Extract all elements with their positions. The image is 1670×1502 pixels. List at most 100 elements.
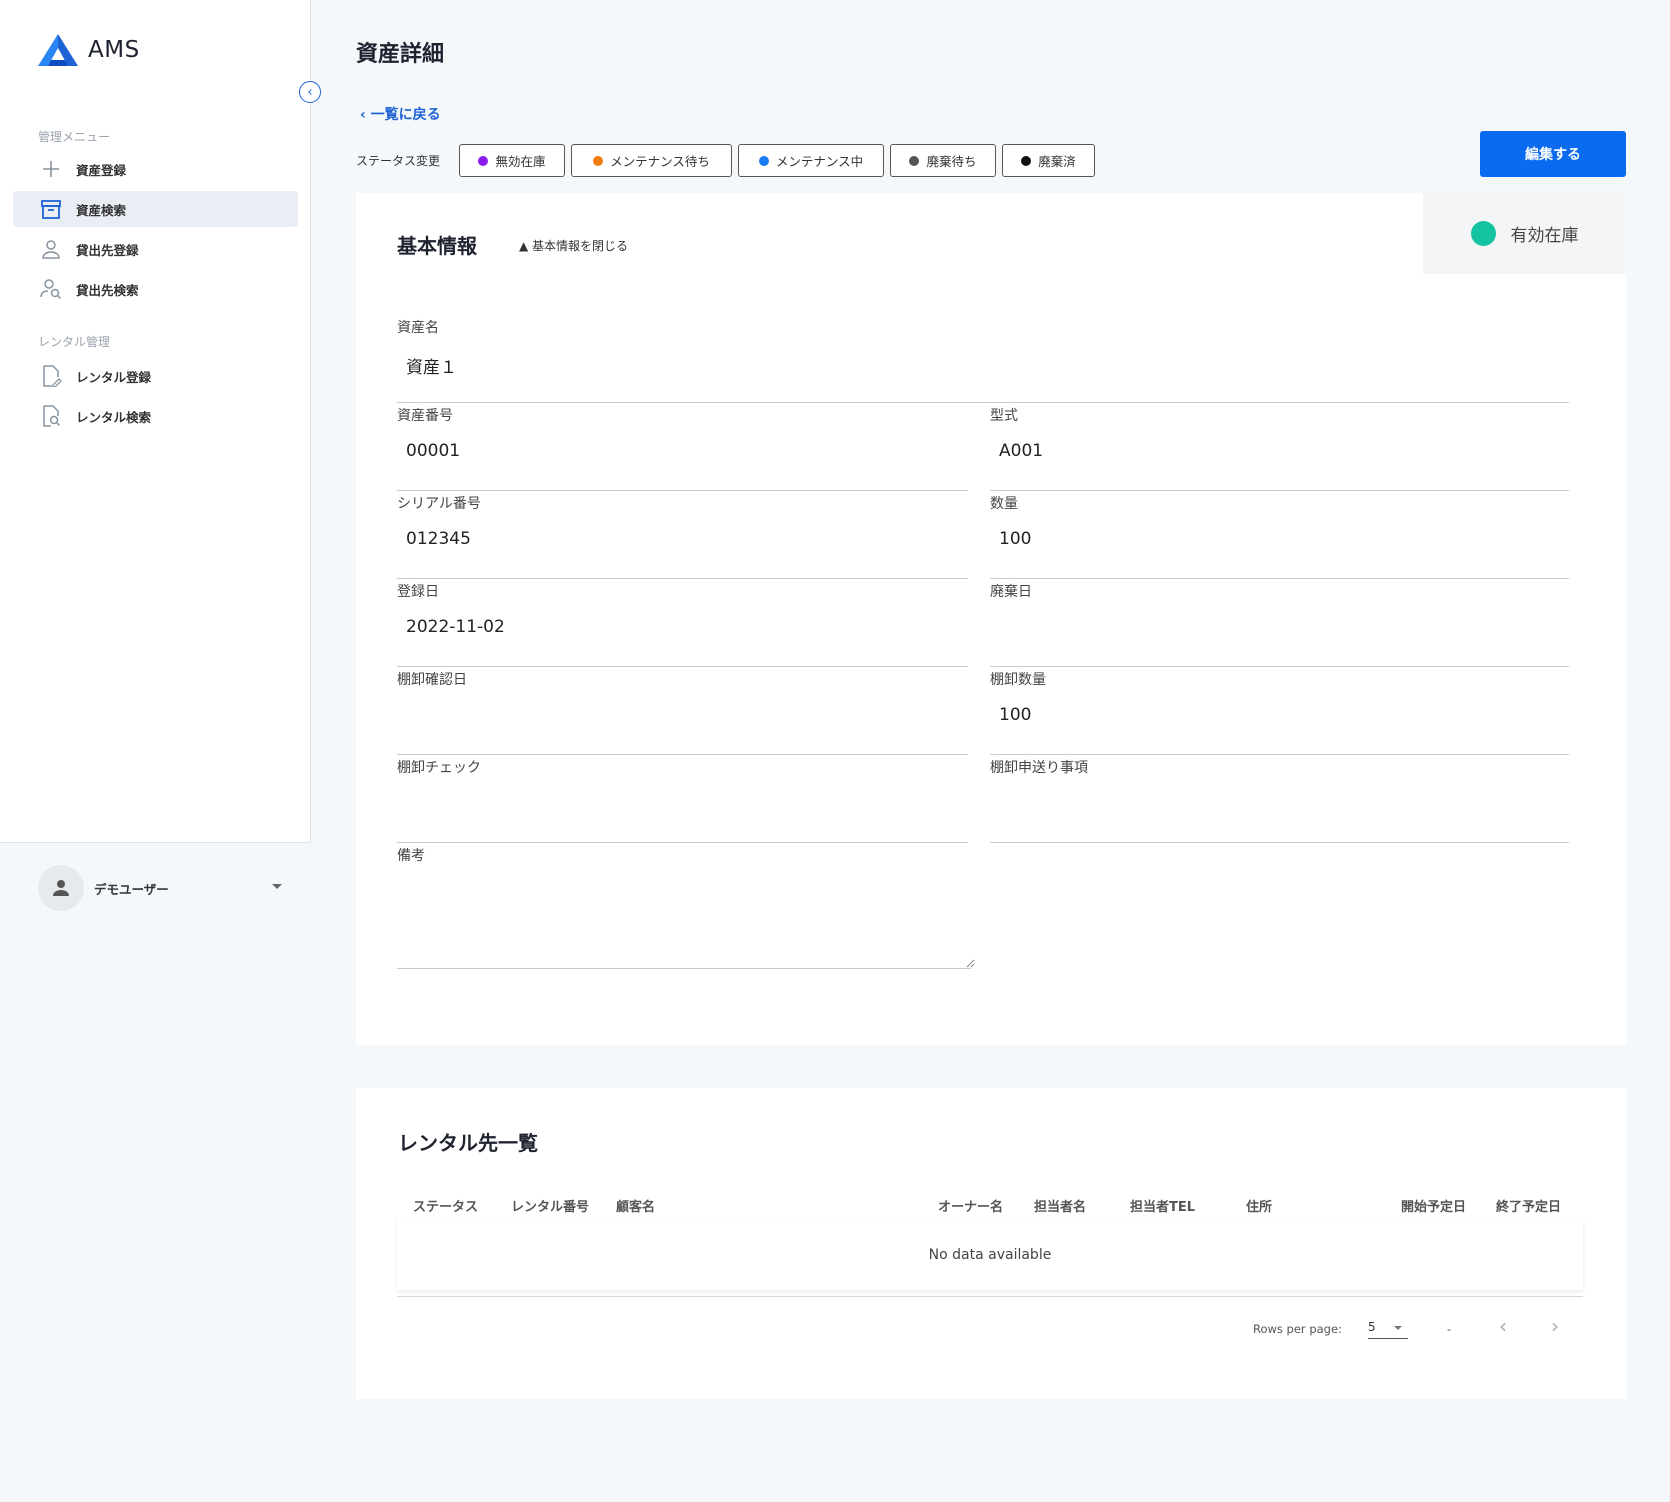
- column-header-owner-name[interactable]: オーナー名: [938, 1196, 1003, 1215]
- field-inventory-check-date[interactable]: 棚卸確認日: [397, 669, 968, 755]
- field-value: 資産１: [406, 358, 457, 378]
- sidebar-item-label: 資産検索: [76, 202, 127, 218]
- status-chip-label: 無効在庫: [495, 154, 546, 169]
- status-dot: [1021, 155, 1032, 166]
- rows-per-page-select[interactable]: 5: [1368, 1314, 1408, 1339]
- field-remarks[interactable]: 備考: [397, 845, 975, 969]
- chevron-left-icon: ‹: [307, 84, 313, 100]
- app-logo[interactable]: AMS: [38, 34, 140, 66]
- sidebar-item-label: レンタル登録: [76, 369, 152, 385]
- sidebar-item-rental-search[interactable]: レンタル検索: [13, 398, 298, 434]
- field-value: 2022-11-02: [406, 617, 505, 637]
- field-asset-number[interactable]: 資産番号 00001: [397, 405, 968, 491]
- status-dot: [478, 155, 489, 166]
- empty-table-message: No data available: [397, 1219, 1583, 1290]
- user-name: デモユーザー: [94, 881, 169, 897]
- field-label: 登録日: [397, 584, 439, 600]
- next-page-button[interactable]: ›: [1551, 1314, 1559, 1338]
- sidebar-item-lender-register[interactable]: 貸出先登録: [13, 231, 298, 267]
- sidebar-item-rental-register[interactable]: レンタル登録: [13, 358, 298, 394]
- status-chip-label: 廃棄済: [1038, 154, 1076, 169]
- field-label: シリアル番号: [397, 496, 481, 512]
- status-chip-disposed[interactable]: 廃棄済: [1002, 144, 1095, 177]
- field-label: 備考: [397, 848, 425, 864]
- page-range-text: -: [1447, 1322, 1452, 1336]
- field-inventory-check[interactable]: 棚卸チェック: [397, 757, 968, 843]
- status-chip-in-maintenance[interactable]: メンテナンス中: [738, 144, 884, 177]
- chevron-left-icon: ‹: [360, 107, 371, 123]
- back-link[interactable]: ‹ 一覧に戻る: [360, 104, 441, 124]
- field-value: 00001: [406, 441, 461, 461]
- ams-logo-icon: [38, 34, 78, 66]
- menu-section-management: 管理メニュー: [38, 130, 111, 144]
- chevron-down-icon[interactable]: [272, 884, 282, 889]
- field-label: 廃棄日: [990, 584, 1032, 600]
- field-label: 棚卸チェック: [397, 760, 481, 776]
- column-header-rental-number[interactable]: レンタル番号: [511, 1196, 589, 1215]
- back-link-label: 一覧に戻る: [370, 107, 441, 123]
- field-asset-name[interactable]: 資産名 資産１: [397, 317, 1569, 403]
- section-title-basic-info: 基本情報: [397, 234, 477, 258]
- status-chip-maintenance-waiting[interactable]: メンテナンス待ち: [571, 144, 732, 177]
- divider: [397, 1296, 1583, 1297]
- page-title: 資産詳細: [356, 42, 445, 67]
- user-menu[interactable]: デモユーザー: [0, 842, 311, 933]
- sidebar-item-asset-register[interactable]: 資産登録: [13, 151, 298, 187]
- edit-button[interactable]: 編集する: [1480, 131, 1626, 177]
- rental-list-card: レンタル先一覧 ステータス レンタル番号 顧客名 オーナー名 担当者名 担当者T…: [356, 1088, 1626, 1399]
- collapse-basic-info-button[interactable]: ▲ 基本情報を閉じる: [519, 237, 628, 254]
- field-serial-number[interactable]: シリアル番号 012345: [397, 493, 968, 579]
- field-value: 100: [999, 529, 1032, 549]
- status-change-label: ステータス変更: [356, 154, 441, 168]
- status-chip-inactive[interactable]: 無効在庫: [459, 144, 565, 177]
- rows-per-page-value: 5: [1368, 1320, 1376, 1334]
- status-chip-label: メンテナンス中: [775, 154, 864, 169]
- field-disposal-date[interactable]: 廃棄日: [990, 581, 1569, 667]
- status-dot: [758, 155, 769, 166]
- field-label: 資産名: [397, 320, 439, 336]
- field-label: 数量: [990, 496, 1018, 512]
- document-edit-icon: [40, 365, 62, 387]
- avatar: [38, 865, 84, 911]
- field-inventory-notes[interactable]: 棚卸申送り事項: [990, 757, 1569, 843]
- person-search-icon: [40, 278, 62, 300]
- column-header-contact-name[interactable]: 担当者名: [1034, 1196, 1086, 1215]
- plus-icon: [40, 158, 62, 180]
- previous-page-button[interactable]: ‹: [1499, 1314, 1507, 1338]
- sidebar-collapse-button[interactable]: ‹: [299, 81, 321, 103]
- field-inventory-quantity[interactable]: 棚卸数量 100: [990, 669, 1569, 755]
- sidebar-item-label: 資産登録: [76, 162, 127, 178]
- status-dot: [593, 155, 604, 166]
- resize-handle-icon[interactable]: [965, 958, 975, 968]
- column-header-end-date[interactable]: 終了予定日: [1496, 1196, 1561, 1215]
- sidebar-item-label: 貸出先検索: [76, 282, 139, 298]
- column-header-customer-name[interactable]: 顧客名: [616, 1196, 655, 1215]
- current-status-label: 有効在庫: [1510, 226, 1579, 246]
- status-chip-label: 廃棄待ち: [926, 154, 977, 169]
- status-dot: [909, 155, 920, 166]
- column-header-start-date[interactable]: 開始予定日: [1401, 1196, 1466, 1215]
- field-registered-date[interactable]: 登録日 2022-11-02: [397, 581, 968, 667]
- user-icon: [53, 880, 69, 896]
- sidebar-item-lender-search[interactable]: 貸出先検索: [13, 271, 298, 307]
- status-dot: [1470, 221, 1496, 246]
- field-quantity[interactable]: 数量 100: [990, 493, 1569, 579]
- field-label: 型式: [990, 408, 1018, 424]
- chevron-left-icon: ‹: [1499, 1314, 1507, 1338]
- menu-section-rental: レンタル管理: [38, 335, 111, 349]
- sidebar-item-label: 貸出先登録: [76, 242, 139, 258]
- field-model[interactable]: 型式 A001: [990, 405, 1569, 491]
- field-label: 棚卸数量: [990, 672, 1046, 688]
- rows-per-page-label: Rows per page:: [1253, 1322, 1342, 1336]
- field-value: A001: [999, 441, 1044, 461]
- current-status-badge: 有効在庫: [1423, 193, 1626, 274]
- column-header-contact-tel[interactable]: 担当者TEL: [1130, 1196, 1195, 1215]
- field-label: 資産番号: [397, 408, 453, 424]
- column-header-status[interactable]: ステータス: [413, 1196, 478, 1215]
- app-name: AMS: [88, 37, 140, 63]
- status-chip-disposal-waiting[interactable]: 廃棄待ち: [890, 144, 996, 177]
- chevron-right-icon: ›: [1551, 1314, 1559, 1338]
- column-header-address[interactable]: 住所: [1246, 1196, 1272, 1215]
- sidebar-item-asset-search[interactable]: 資産検索: [13, 191, 298, 227]
- chevron-down-icon: [1394, 1326, 1402, 1330]
